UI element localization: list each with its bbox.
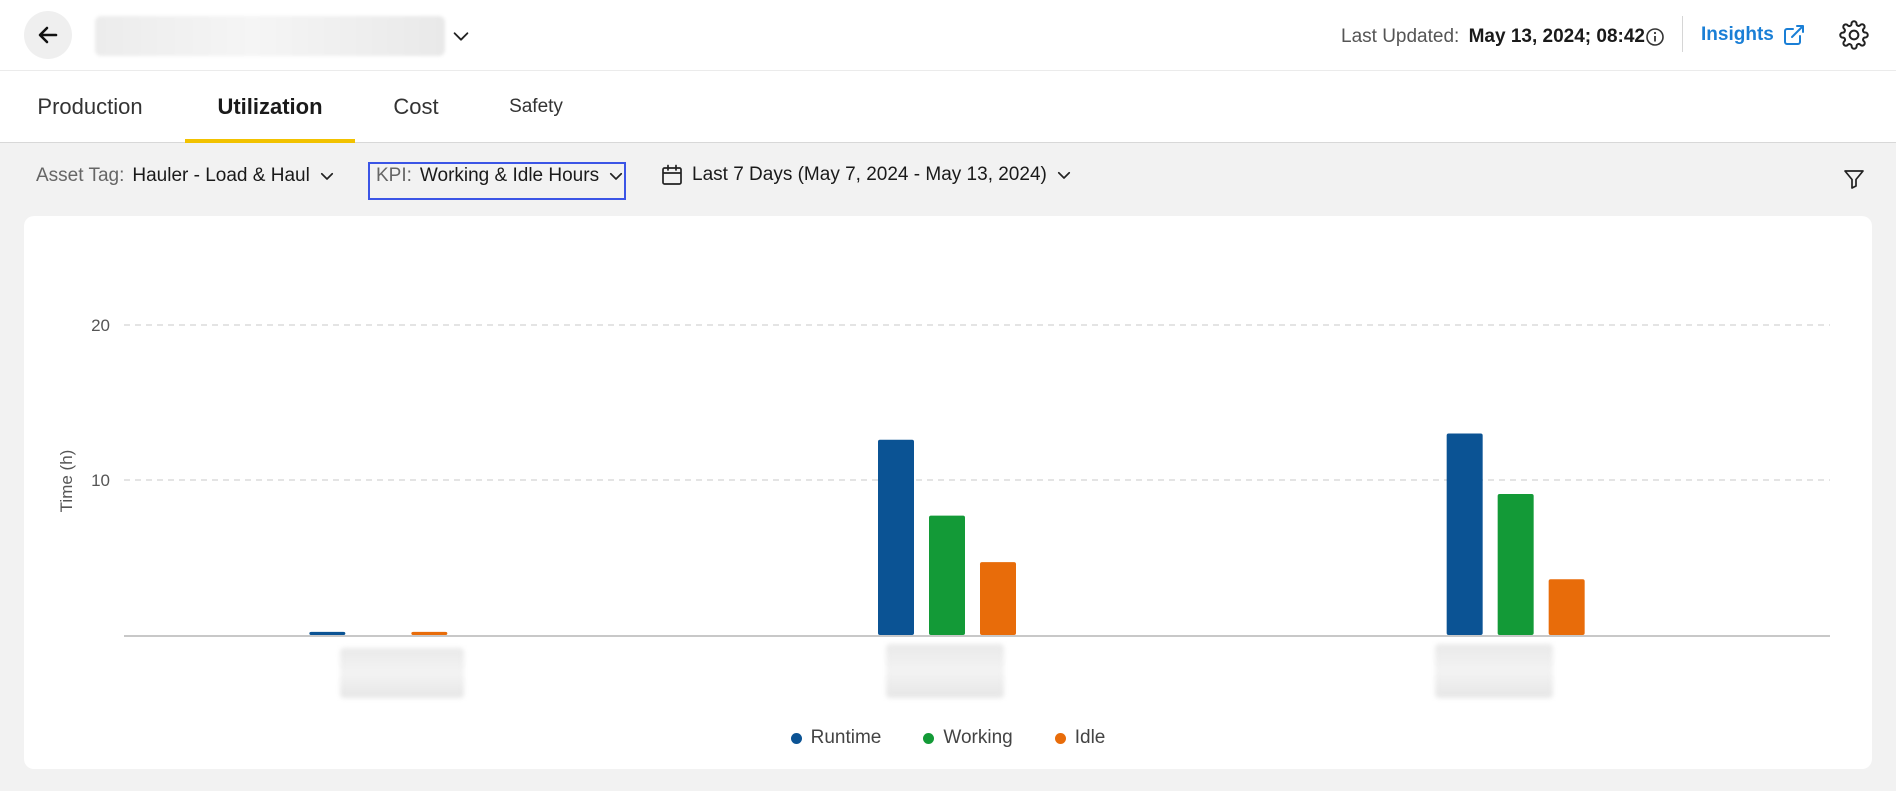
info-icon[interactable] bbox=[1645, 27, 1665, 47]
y-tick-label: 10 bbox=[91, 471, 110, 490]
y-tick-label: 20 bbox=[91, 316, 110, 335]
chevron-down-icon bbox=[1057, 171, 1070, 179]
insights-link[interactable]: Insights bbox=[1701, 23, 1806, 47]
asset-tag-label: Asset Tag: bbox=[36, 165, 125, 186]
insights-label: Insights bbox=[1701, 24, 1774, 45]
legend-item-working[interactable]: Working bbox=[923, 727, 1013, 749]
y-axis-title: Time (h) bbox=[57, 450, 76, 513]
bar-working[interactable] bbox=[1497, 493, 1534, 635]
legend-item-idle[interactable]: Idle bbox=[1054, 727, 1106, 749]
gear-icon[interactable] bbox=[1839, 20, 1869, 50]
legend-label: Working bbox=[943, 727, 1013, 748]
tab-bar: Production Utilization Cost Safety bbox=[0, 71, 1896, 143]
legend-label: Idle bbox=[1074, 727, 1106, 748]
header-divider bbox=[1682, 16, 1683, 52]
arrow-left-icon bbox=[38, 26, 58, 44]
bar-working[interactable] bbox=[929, 515, 965, 635]
filter-bar: Asset Tag: Hauler - Load & Haul KPI: Wor… bbox=[0, 143, 1896, 215]
legend-dot-icon bbox=[790, 732, 802, 744]
bar-idle[interactable] bbox=[1548, 579, 1585, 635]
tab-cost-label: Cost bbox=[393, 94, 439, 119]
tab-safety[interactable]: Safety bbox=[498, 71, 574, 143]
calendar-icon bbox=[662, 164, 682, 185]
chart-card: 10 20 Time (h) bbox=[24, 216, 1872, 769]
legend-dot-icon bbox=[1054, 732, 1066, 744]
tab-production[interactable]: Production bbox=[24, 71, 156, 143]
x-tick-label-redacted bbox=[886, 644, 1004, 698]
tab-utilization[interactable]: Utilization bbox=[185, 71, 355, 143]
top-bar: Last Updated: May 13, 2024; 08:42 Insigh… bbox=[0, 0, 1896, 71]
last-updated-label: Last Updated: bbox=[1341, 26, 1460, 47]
bar-idle[interactable] bbox=[411, 631, 448, 635]
legend-dot-icon bbox=[923, 732, 935, 744]
tab-cost[interactable]: Cost bbox=[382, 71, 450, 143]
x-tick-label-redacted bbox=[1435, 644, 1553, 698]
bar-runtime[interactable] bbox=[1446, 433, 1483, 636]
date-range-value: Last 7 Days (May 7, 2024 - May 13, 2024) bbox=[692, 164, 1047, 185]
site-name-redacted[interactable] bbox=[95, 16, 445, 56]
chevron-down-icon[interactable] bbox=[450, 25, 472, 47]
legend-label: Runtime bbox=[810, 727, 882, 748]
last-updated: Last Updated: May 13, 2024; 08:42 bbox=[1341, 26, 1645, 48]
bar-runtime[interactable] bbox=[309, 631, 346, 635]
external-link-icon bbox=[1783, 25, 1804, 45]
x-tick-label-redacted bbox=[340, 648, 464, 698]
asset-tag-value: Hauler - Load & Haul bbox=[132, 165, 310, 186]
kpi-focus-outline bbox=[368, 162, 626, 200]
tab-safety-label: Safety bbox=[509, 96, 563, 117]
bar-runtime[interactable] bbox=[878, 439, 914, 635]
legend-item-runtime[interactable]: Runtime bbox=[790, 727, 882, 749]
last-updated-value: May 13, 2024; 08:42 bbox=[1468, 26, 1645, 47]
date-range-dropdown[interactable]: Last 7 Days (May 7, 2024 - May 13, 2024) bbox=[660, 163, 1073, 187]
chart-legend: Runtime Working Idle bbox=[0, 727, 1896, 749]
asset-tag-dropdown[interactable]: Asset Tag: Hauler - Load & Haul bbox=[36, 165, 336, 187]
bar-idle[interactable] bbox=[980, 562, 1016, 635]
filter-funnel-icon[interactable] bbox=[1842, 167, 1866, 191]
tab-utilization-label: Utilization bbox=[217, 94, 323, 119]
chevron-down-icon bbox=[320, 172, 333, 180]
tab-production-label: Production bbox=[37, 94, 143, 119]
back-button[interactable] bbox=[24, 11, 72, 59]
